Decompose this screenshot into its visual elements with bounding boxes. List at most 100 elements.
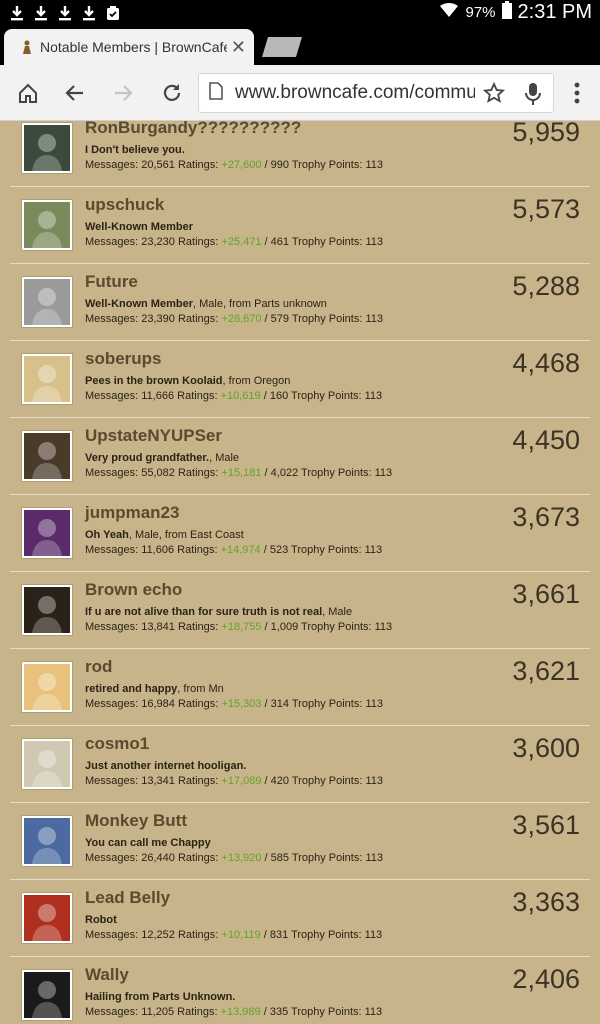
ratings-positive: +17,089 <box>221 775 262 787</box>
messages-count: 11,205 <box>141 1006 175 1018</box>
reload-button[interactable] <box>157 78 187 108</box>
member-avatar[interactable] <box>21 815 73 867</box>
trophy-label: Trophy Points: <box>291 313 363 325</box>
member-name[interactable]: RonBurgandy?????????? <box>85 121 301 138</box>
trophy-label: Trophy Points: <box>301 621 372 633</box>
member-row[interactable]: RonBurgandy?????????? I Don't believe yo… <box>10 121 590 187</box>
avatar-image <box>24 587 70 633</box>
member-row[interactable]: soberups Pees in the brown Koolaid, from… <box>10 341 590 418</box>
member-row[interactable]: Brown echo If u are not alive than for s… <box>10 572 590 649</box>
back-button[interactable] <box>60 78 90 108</box>
avatar-image <box>24 972 70 1018</box>
close-tab-icon[interactable]: ✕ <box>231 37 246 58</box>
member-row[interactable]: cosmo1 Just another internet hooligan. M… <box>10 726 590 803</box>
avatar-image <box>24 741 70 787</box>
messages-label: Messages: <box>85 236 139 248</box>
member-title: Very proud grandfather., Male <box>85 452 239 464</box>
member-avatar[interactable] <box>21 199 73 251</box>
new-tab-button[interactable] <box>262 37 302 57</box>
member-avatar[interactable] <box>21 353 73 405</box>
ratings-positive: +13,989 <box>220 1006 261 1018</box>
member-custom-title: retired and happy <box>85 683 178 695</box>
member-name[interactable]: jumpman23 <box>85 503 179 523</box>
ratings-label: Ratings: <box>177 544 218 556</box>
member-row[interactable]: UpstateNYUPSer Very proud grandfather., … <box>10 418 590 495</box>
battery-icon <box>501 1 512 24</box>
member-name[interactable]: Wally <box>85 965 129 985</box>
member-stats: Messages: 20,561 Ratings: +27,600 / 990 … <box>85 159 383 171</box>
ratings-label: Ratings: <box>177 236 219 248</box>
member-stats: Messages: 26,440 Ratings: +13,920 / 585 … <box>85 852 383 864</box>
browser-toolbar: www.browncafe.com/commu <box>0 65 600 121</box>
messages-count: 55,082 <box>141 467 175 479</box>
member-custom-title: Robot <box>85 914 117 926</box>
trophy-label: Trophy Points: <box>291 544 362 556</box>
ratings-positive: +15,303 <box>221 698 262 710</box>
ratings-negative: 523 <box>269 544 289 556</box>
ratings-label: Ratings: <box>177 1006 218 1018</box>
avatar-image <box>24 125 70 171</box>
member-avatar[interactable] <box>21 430 73 482</box>
messages-count: 23,230 <box>141 236 175 248</box>
notification-icons <box>0 4 122 22</box>
member-row[interactable]: upschuck Well-Known Member Messages: 23,… <box>10 187 590 264</box>
member-name[interactable]: Future <box>85 272 138 292</box>
member-avatar[interactable] <box>21 122 73 174</box>
member-title-extra: , Male, from Parts unknown <box>192 298 327 310</box>
tab-title: Notable Members | BrownCafe <box>40 39 227 55</box>
member-name[interactable]: upschuck <box>85 195 164 215</box>
member-row[interactable]: Monkey Butt You can call me Chappy Messa… <box>10 803 590 880</box>
ratings-positive: +27,600 <box>221 159 262 171</box>
messages-label: Messages: <box>85 544 139 556</box>
url-text: www.browncafe.com/commu <box>235 82 475 103</box>
member-avatar[interactable] <box>21 969 73 1021</box>
member-avatar[interactable] <box>21 584 73 636</box>
home-button[interactable] <box>13 78 43 108</box>
ratings-negative: 1,009 <box>270 621 299 633</box>
member-name[interactable]: rod <box>85 657 112 677</box>
member-name[interactable]: Monkey Butt <box>85 811 187 831</box>
ratings-negative: 831 <box>269 929 289 941</box>
member-row[interactable]: Lead Belly Robot Messages: 12,252 Rating… <box>10 880 590 957</box>
member-title: You can call me Chappy <box>85 837 211 849</box>
tab-notable-members[interactable]: Notable Members | BrownCafe ✕ <box>4 29 254 65</box>
member-name[interactable]: Brown echo <box>85 580 182 600</box>
member-score: 4,468 <box>512 348 580 378</box>
member-score: 4,450 <box>512 425 580 455</box>
member-title: If u are not alive than for sure truth i… <box>85 606 352 618</box>
member-name[interactable]: Lead Belly <box>85 888 170 908</box>
member-title: Oh Yeah, Male, from East Coast <box>85 529 244 541</box>
forward-button[interactable] <box>108 78 138 108</box>
member-avatar[interactable] <box>21 661 73 713</box>
status-bar: 97% 2:31 PM <box>0 0 600 25</box>
member-row[interactable]: rod retired and happy, from Mn Messages:… <box>10 649 590 726</box>
member-name[interactable]: UpstateNYUPSer <box>85 426 222 446</box>
member-row[interactable]: Future Well-Known Member, Male, from Par… <box>10 264 590 341</box>
member-row[interactable]: Wally Hailing from Parts Unknown. Messag… <box>10 957 590 1024</box>
trophy-points: 113 <box>365 698 383 710</box>
member-avatar[interactable] <box>21 507 73 559</box>
download-icon <box>8 4 26 22</box>
trophy-label: Trophy Points: <box>291 1006 362 1018</box>
member-avatar[interactable] <box>21 738 73 790</box>
member-score: 3,661 <box>512 579 580 609</box>
member-stats: Messages: 16,984 Ratings: +15,303 / 314 … <box>85 698 383 710</box>
menu-button[interactable] <box>562 78 592 108</box>
member-stats: Messages: 11,205 Ratings: +13,989 / 335 … <box>85 1006 383 1018</box>
trophy-points: 113 <box>365 236 383 248</box>
download-icon <box>32 4 50 22</box>
microphone-icon[interactable] <box>525 82 541 111</box>
member-avatar[interactable] <box>21 276 73 328</box>
address-bar[interactable]: www.browncafe.com/commu <box>198 73 554 113</box>
member-score: 3,363 <box>512 887 580 917</box>
member-name[interactable]: cosmo1 <box>85 734 149 754</box>
member-avatar[interactable] <box>21 892 73 944</box>
member-row[interactable]: jumpman23 Oh Yeah, Male, from East Coast… <box>10 495 590 572</box>
ratings-positive: +15,181 <box>221 467 262 479</box>
member-title: Well-Known Member <box>85 221 193 233</box>
bookmark-star-icon[interactable] <box>482 81 506 109</box>
member-name[interactable]: soberups <box>85 349 162 369</box>
member-stats: Messages: 23,230 Ratings: +25,471 / 461 … <box>85 236 383 248</box>
member-custom-title: Hailing from Parts Unknown. <box>85 991 236 1003</box>
member-title-extra: , Male <box>209 452 240 464</box>
